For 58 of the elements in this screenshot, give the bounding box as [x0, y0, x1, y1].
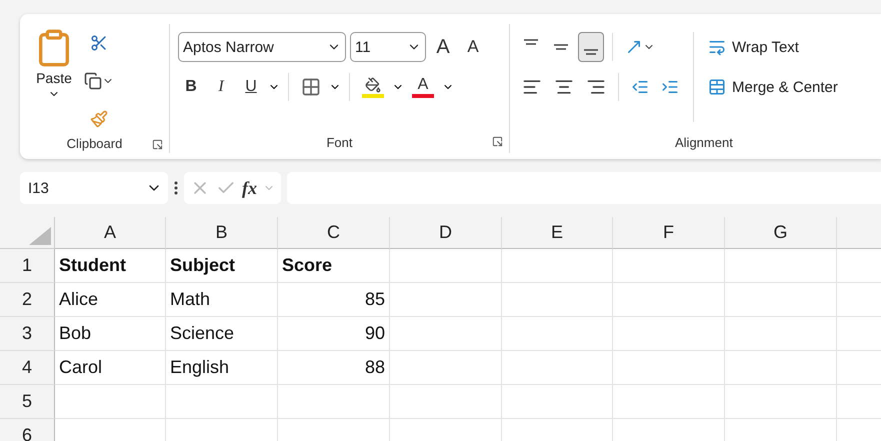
insert-function-button[interactable]: fx	[242, 178, 257, 198]
table-cell: Subject	[166, 249, 278, 283]
copy-icon	[84, 72, 102, 90]
row-header[interactable]: 6	[0, 419, 55, 441]
align-bottom-icon	[583, 49, 599, 55]
dialog-launcher-icon	[492, 136, 503, 147]
more-options-icon	[174, 181, 178, 195]
column-header[interactable]: A	[55, 217, 166, 249]
table-cell: Score	[278, 249, 390, 283]
table-cell: 90	[278, 317, 390, 351]
wrap-text-button[interactable]: Wrap Text	[704, 32, 842, 62]
merge-cells-icon	[708, 78, 726, 96]
increase-font-size-button[interactable]: A	[430, 32, 456, 62]
indent-increase-icon	[661, 78, 679, 96]
table-cell: Bob	[55, 317, 166, 351]
table-cell: English	[166, 351, 278, 385]
align-middle-icon	[553, 44, 569, 50]
table-cell: Carol	[55, 351, 166, 385]
group-label: Font	[326, 134, 352, 150]
name-box[interactable]: I13	[20, 172, 168, 204]
group-label: Clipboard	[66, 136, 122, 151]
paintbrush-icon	[90, 110, 108, 128]
column-header[interactable]: F	[613, 217, 725, 249]
merge-center-button[interactable]: Merge & Center	[704, 72, 842, 102]
table-cell: 88	[278, 351, 390, 385]
underline-button[interactable]: U	[238, 72, 264, 102]
scissors-icon	[90, 34, 108, 52]
row-header[interactable]: 1	[0, 249, 55, 283]
indent-decrease-icon	[631, 78, 649, 96]
table-cell: Science	[166, 317, 278, 351]
column-header[interactable]: C	[278, 217, 390, 249]
column-header[interactable]: D	[390, 217, 502, 249]
font-color-button[interactable]: A	[408, 72, 438, 102]
table-cell: Student	[55, 249, 166, 283]
borders-icon	[301, 77, 321, 97]
column-header[interactable]: G	[725, 217, 837, 249]
row-header[interactable]: 4	[0, 351, 55, 385]
table-cell: Math	[166, 283, 278, 317]
table-cell: 85	[278, 283, 390, 317]
paint-bucket-icon	[362, 76, 384, 98]
align-top-icon	[523, 39, 539, 45]
row-header[interactable]: 5	[0, 385, 55, 419]
row-header[interactable]: 2	[0, 283, 55, 317]
diagonal-arrow-icon	[625, 38, 643, 56]
vertical-align-button[interactable]	[578, 32, 604, 62]
column-header[interactable]: E	[502, 217, 613, 249]
wrap-text-icon	[708, 38, 726, 56]
group-label: Alignment	[675, 134, 733, 150]
font-name-dropdown[interactable]: Aptos Narrow	[178, 32, 346, 62]
paste-button[interactable]: Paste	[28, 24, 80, 134]
bold-button[interactable]: B	[178, 72, 204, 102]
table-cell: Alice	[55, 283, 166, 317]
decrease-font-size-button[interactable]: A	[460, 32, 486, 62]
dialog-launcher-icon	[152, 139, 163, 150]
italic-button[interactable]: I	[208, 72, 234, 102]
row-header[interactable]: 3	[0, 317, 55, 351]
column-header[interactable]: B	[166, 217, 278, 249]
font-size-dropdown[interactable]: 11	[350, 32, 426, 62]
